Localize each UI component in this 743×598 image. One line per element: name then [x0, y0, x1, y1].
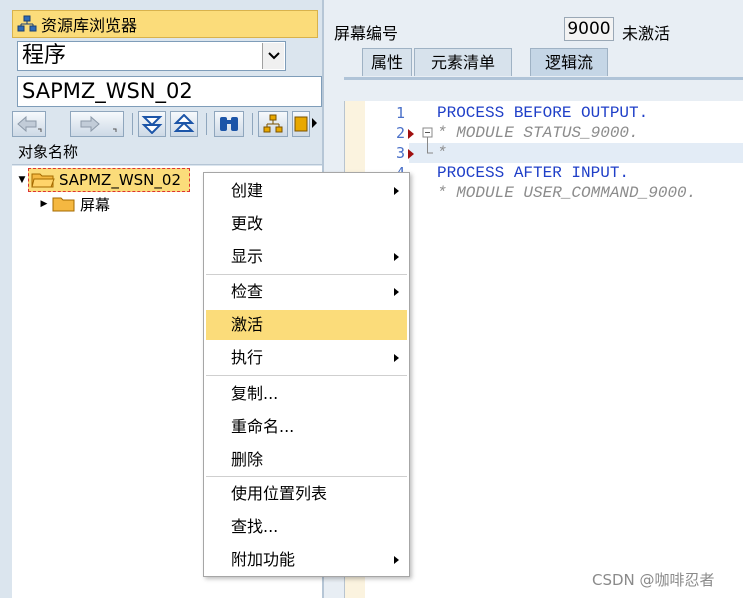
tree-toolbar — [12, 110, 322, 140]
submenu-arrow-icon — [394, 354, 399, 362]
other-object-button[interactable] — [292, 111, 310, 137]
arrow-right-icon — [80, 115, 117, 133]
menu-item-label: 检查 — [231, 282, 264, 301]
code-line: * MODULE STATUS_9000. — [437, 124, 639, 142]
object-name-input[interactable]: SAPMZ_WSN_02 — [17, 76, 322, 107]
menu-item-label: 执行 — [231, 348, 264, 367]
menu-item-delete[interactable]: 删除 — [206, 445, 407, 475]
menu-item-more-functions[interactable]: 附加功能 — [206, 545, 407, 575]
toolbar-separator — [206, 113, 207, 135]
expand-button[interactable] — [138, 111, 166, 137]
code-line: * — [437, 144, 447, 162]
breakpoint-marker-icon — [408, 149, 414, 159]
current-line-highlight — [409, 143, 743, 163]
menu-item-create[interactable]: 创建 — [206, 176, 407, 206]
tab-flow-logic[interactable]: 逻辑流 — [530, 48, 608, 76]
menu-item-label: 更改 — [231, 214, 264, 233]
menu-separator — [206, 476, 407, 477]
repository-browser-title: 资源库浏览器 — [41, 16, 138, 35]
screen-number-field[interactable]: 9000 — [564, 17, 614, 41]
line-number: 3 — [395, 144, 405, 162]
toolbar-separator — [252, 113, 253, 135]
menu-item-change[interactable]: 更改 — [206, 209, 407, 239]
forward-button[interactable] — [70, 111, 124, 137]
code-line: PROCESS AFTER INPUT. — [437, 164, 630, 182]
menu-item-label: 复制... — [231, 384, 279, 403]
tree-node-program[interactable]: ▼ SAPMZ_WSN_02 — [16, 168, 190, 192]
submenu-arrow-icon — [394, 556, 399, 564]
tree-node-label: 屏幕 — [80, 195, 111, 214]
find-button[interactable] — [214, 111, 244, 137]
menu-item-label: 激活 — [231, 315, 264, 334]
breakpoint-marker-icon — [408, 129, 414, 139]
code-line: * MODULE USER_COMMAND_9000. — [437, 184, 697, 202]
tab-strip: 属性 元素清单 逻辑流 — [344, 48, 743, 78]
toolbar-separator — [132, 113, 133, 135]
chevron-down-icon[interactable] — [262, 43, 284, 69]
collapse-up-icon — [173, 114, 195, 132]
expand-down-icon — [141, 116, 163, 134]
fold-minus-icon[interactable] — [422, 127, 434, 157]
line-number: 2 — [395, 124, 405, 142]
code-line: PROCESS BEFORE OUTPUT. — [437, 104, 649, 122]
menu-item-label: 删除 — [231, 450, 264, 469]
tab-attributes[interactable]: 属性 — [362, 48, 412, 76]
tree-node-label: SAPMZ_WSN_02 — [59, 171, 181, 189]
menu-item-label: 重命名... — [231, 417, 295, 436]
screen-status: 未激活 — [622, 24, 671, 43]
repository-browser-header[interactable]: 资源库浏览器 — [12, 10, 318, 38]
menu-item-execute[interactable]: 执行 — [206, 343, 407, 373]
pin-icon — [294, 116, 308, 132]
submenu-arrow-icon — [394, 187, 399, 195]
menu-item-activate[interactable]: 激活 — [206, 310, 407, 340]
binoculars-icon — [220, 117, 238, 131]
menu-item-label: 附加功能 — [231, 550, 296, 569]
arrow-left-icon — [17, 115, 42, 133]
menu-item-copy[interactable]: 复制... — [206, 379, 407, 409]
line-number: 1 — [395, 104, 405, 122]
screen-number-label: 屏幕编号 — [334, 24, 399, 43]
tree-column-header: 对象名称 — [12, 141, 322, 165]
menu-item-where-used-list[interactable]: 使用位置列表 — [206, 479, 407, 509]
object-type-value: 程序 — [22, 43, 67, 68]
context-menu: 创建 更改 显示 检查 激活 执行 复制... 重命名... 删除 使用位置列表… — [203, 172, 410, 577]
menu-separator — [206, 274, 407, 275]
menu-item-label: 查找... — [231, 517, 279, 536]
back-button[interactable] — [12, 111, 46, 137]
hierarchy-icon — [17, 15, 37, 32]
hierarchy-button[interactable] — [258, 111, 288, 137]
hierarchy-icon — [263, 114, 283, 133]
menu-item-label: 创建 — [231, 181, 264, 200]
tree-node-screen[interactable]: ▶ 屏幕 — [38, 192, 110, 216]
collapsed-triangle-icon[interactable]: ▶ — [38, 198, 50, 210]
tree-node-selection[interactable]: SAPMZ_WSN_02 — [28, 168, 190, 192]
tab-element-list[interactable]: 元素清单 — [414, 48, 512, 76]
collapse-button[interactable] — [170, 111, 198, 137]
folder-icon — [52, 197, 75, 212]
submenu-arrow-icon — [394, 253, 399, 261]
menu-item-find[interactable]: 查找... — [206, 512, 407, 542]
menu-item-check[interactable]: 检查 — [206, 277, 407, 307]
folder-open-icon — [31, 173, 55, 188]
toolbar-overflow-icon[interactable] — [312, 118, 317, 128]
menu-item-display[interactable]: 显示 — [206, 242, 407, 272]
menu-item-label: 使用位置列表 — [231, 484, 328, 503]
watermark: CSDN @咖啡忍者 — [592, 571, 715, 589]
menu-separator — [206, 375, 407, 376]
menu-item-label: 显示 — [231, 247, 264, 266]
expanded-triangle-icon[interactable]: ▼ — [16, 174, 28, 186]
submenu-arrow-icon — [394, 288, 399, 296]
menu-item-rename[interactable]: 重命名... — [206, 412, 407, 442]
tab-strip-border — [344, 77, 743, 80]
object-type-select[interactable]: 程序 — [17, 41, 286, 71]
